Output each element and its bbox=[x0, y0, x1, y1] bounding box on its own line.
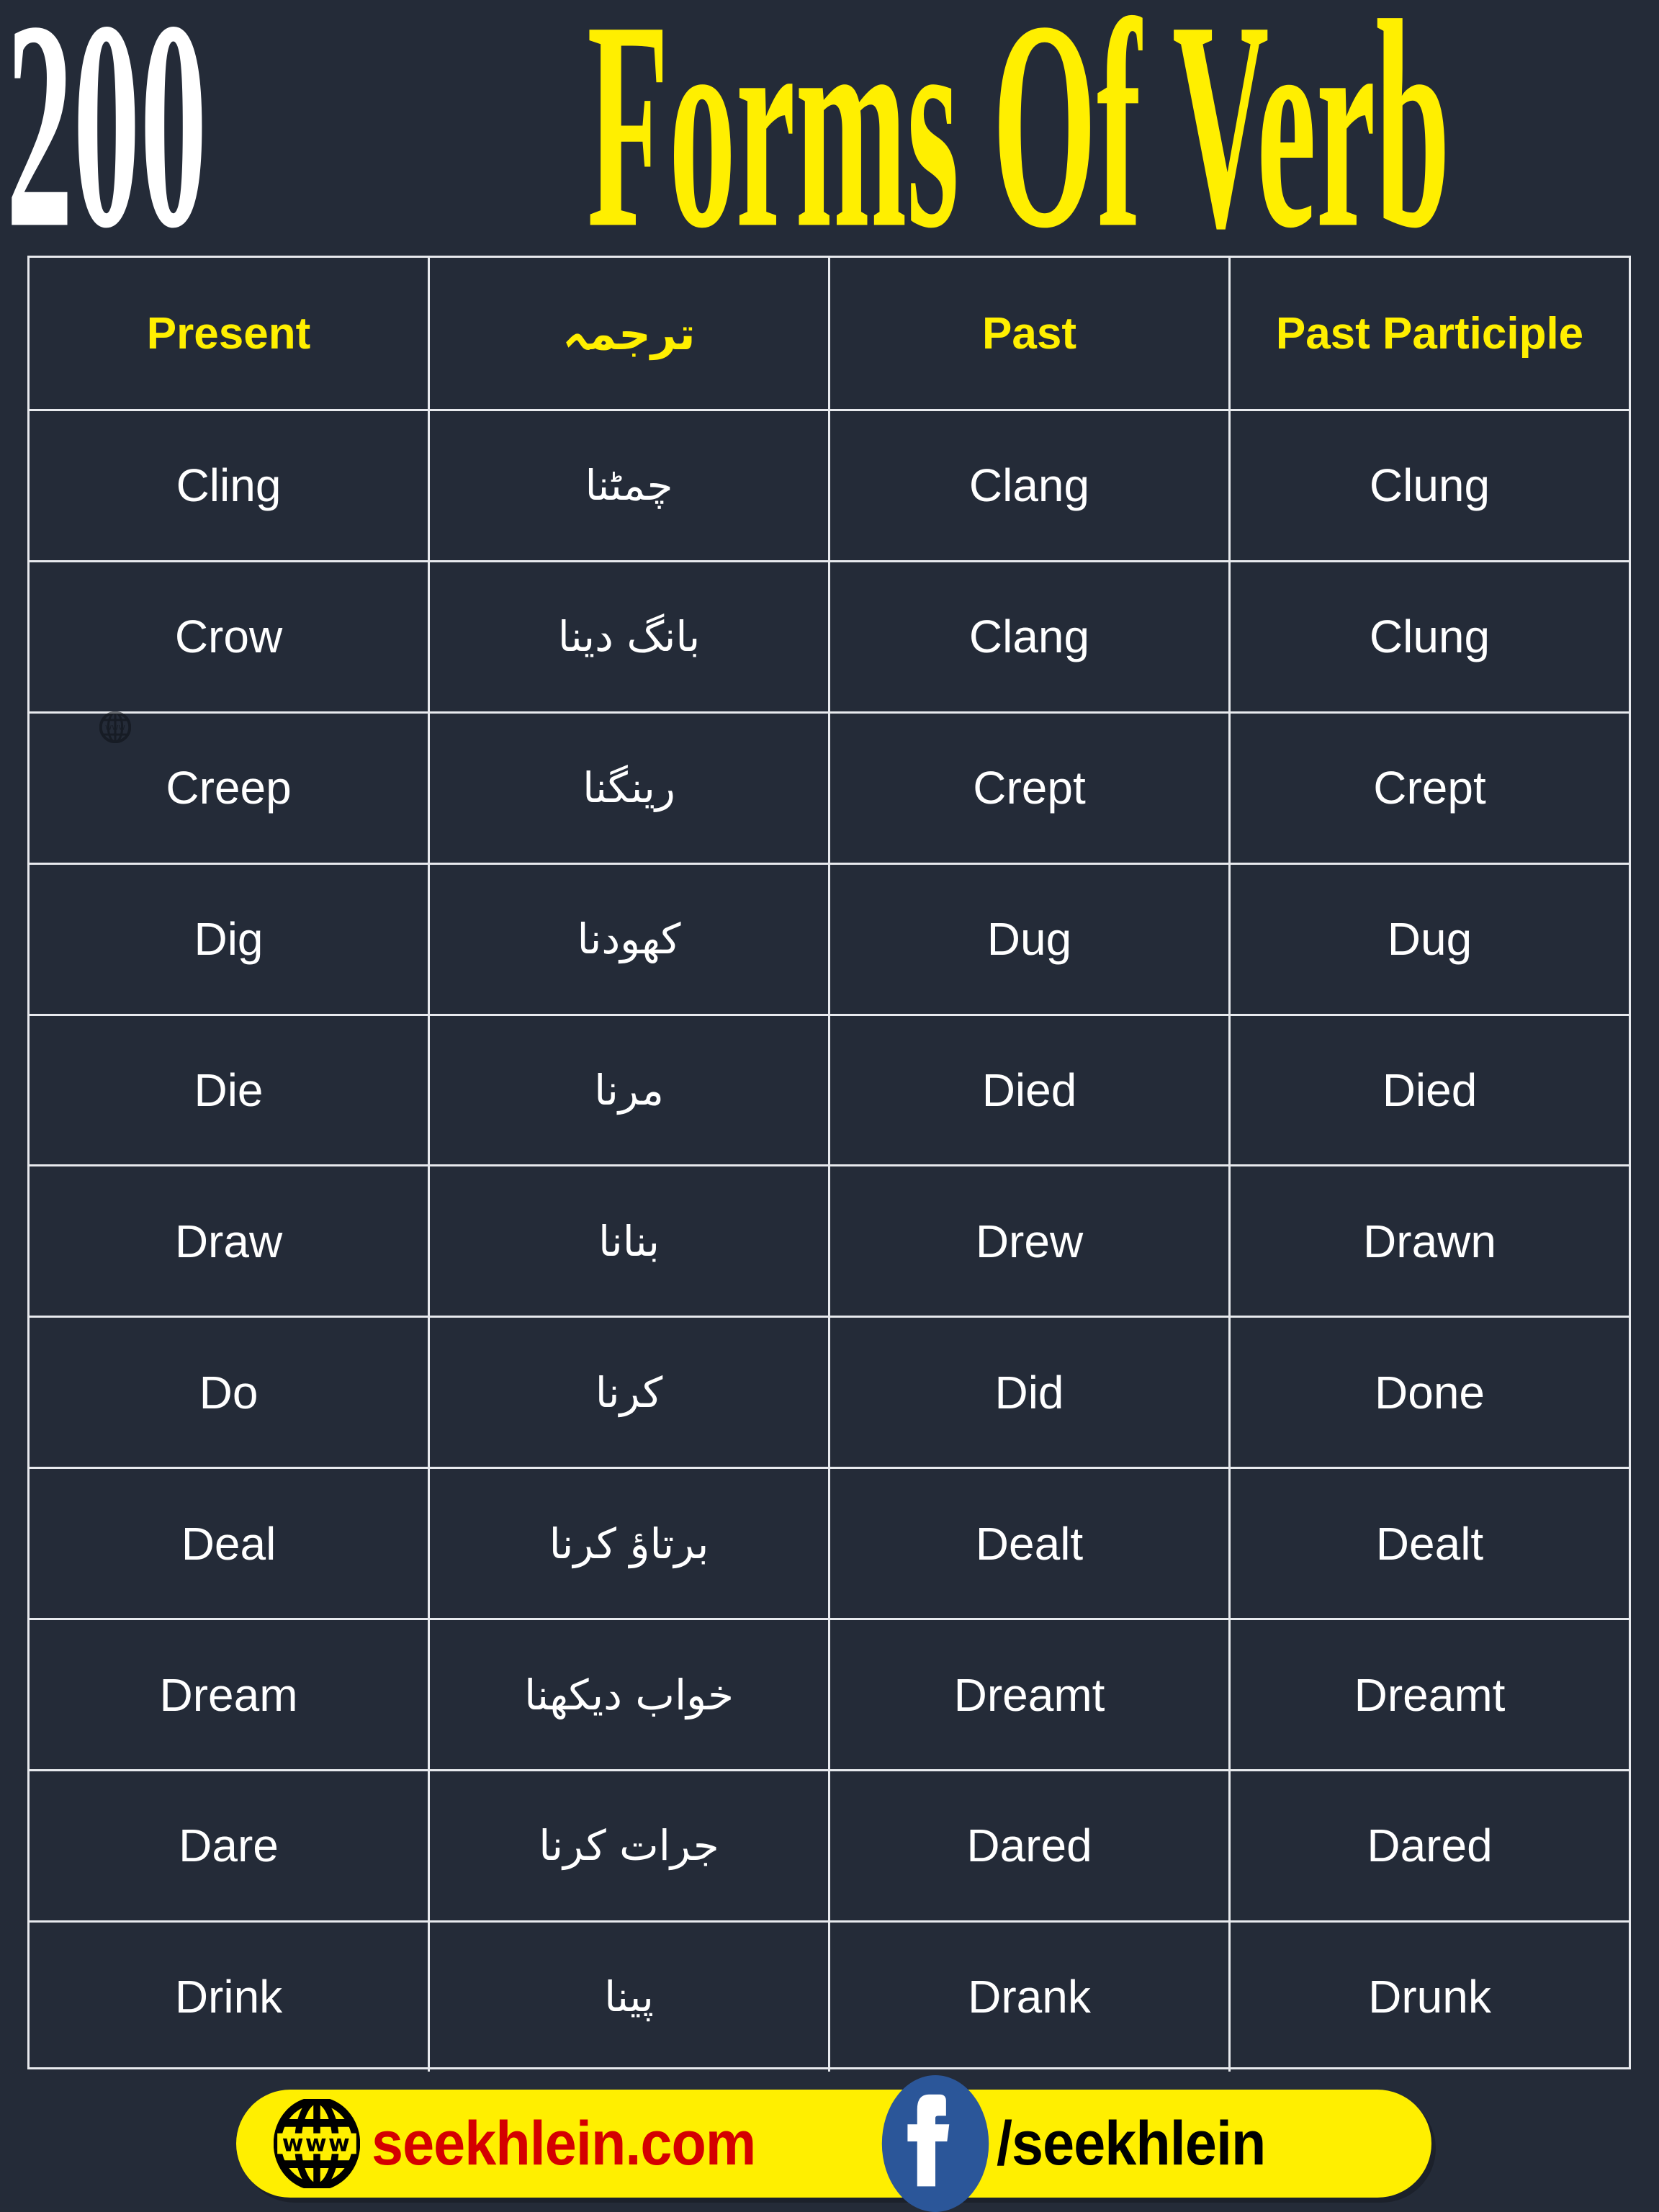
column-header-participle: Past Participle bbox=[1275, 308, 1584, 359]
verb-forms-table: Present ترجمہ Past Past Participle Cling… bbox=[27, 256, 1631, 2072]
website-label[interactable]: seekhlein.com bbox=[372, 2108, 756, 2180]
cell-urdu: کرنا bbox=[430, 1318, 830, 1467]
column-header-present: Present bbox=[30, 258, 430, 409]
cell-participle: Crept bbox=[1373, 762, 1486, 814]
cell-urdu: خواب دیکھنا bbox=[430, 1620, 830, 1770]
cell-participle: Clung bbox=[1369, 459, 1491, 512]
cell-urdu: کھودنا bbox=[430, 864, 830, 1014]
cell-present: Drink bbox=[30, 1922, 430, 2072]
cell-past: Crept bbox=[830, 713, 1231, 863]
table-row: Creep رینگنا Crept Crept bbox=[30, 711, 1629, 863]
cell-urdu: جرات کرنا bbox=[430, 1771, 830, 1920]
cell-present: Draw bbox=[30, 1166, 430, 1316]
column-header-urdu: ترجمہ bbox=[430, 258, 830, 409]
cell-urdu: چمٹنا bbox=[430, 411, 830, 560]
table-row: Draw بنانا Drew Drawn bbox=[30, 1164, 1629, 1316]
cell-participle: Drunk bbox=[1368, 1971, 1491, 2023]
cell-participle: Dug bbox=[1387, 913, 1473, 966]
cell-urdu: مرنا bbox=[430, 1015, 830, 1165]
cell-participle: Done bbox=[1375, 1366, 1485, 1419]
cell-past: Drew bbox=[830, 1166, 1231, 1316]
cell-present: Dig bbox=[30, 864, 430, 1014]
cell-present: Creep bbox=[30, 713, 430, 863]
cell-present: Do bbox=[30, 1318, 430, 1467]
www-globe-icon[interactable]: www bbox=[274, 2099, 360, 2188]
facebook-circle bbox=[881, 2075, 989, 2212]
cell-participle: Died bbox=[1382, 1064, 1478, 1116]
title-space bbox=[279, 0, 313, 274]
cell-past: Clang bbox=[830, 411, 1231, 560]
cell-present: Crow bbox=[30, 562, 430, 711]
cell-present: Die bbox=[30, 1015, 430, 1165]
table-header-row: Present ترجمہ Past Past Participle bbox=[30, 258, 1629, 409]
cell-past: Drank bbox=[830, 1922, 1231, 2072]
cell-urdu: بانگ دینا bbox=[430, 562, 830, 711]
cell-participle: Dared bbox=[1367, 1820, 1493, 1872]
facebook-handle-label[interactable]: /seekhlein bbox=[997, 2108, 1266, 2180]
table-row: Dare جرات کرنا Dared Dared bbox=[30, 1769, 1629, 1920]
cell-past: Dug bbox=[830, 864, 1231, 1014]
svg-text:www: www bbox=[105, 722, 125, 732]
table-row: Dream خواب دیکھنا Dreamt Dreamt bbox=[30, 1618, 1629, 1770]
table-row: Dig کھودنا Dug Dug bbox=[30, 862, 1629, 1014]
www-globe-icon: www bbox=[99, 711, 131, 743]
facebook-f-icon[interactable] bbox=[881, 2075, 989, 2212]
cell-urdu: برتاؤ کرنا bbox=[430, 1469, 830, 1619]
cell-past: Dared bbox=[830, 1771, 1231, 1920]
table-row: Drink پینا Drank Drunk bbox=[30, 1920, 1629, 2072]
page-title: 200 Forms Of Verb bbox=[0, 0, 1659, 274]
title-count: 200 bbox=[6, 0, 207, 290]
cell-present: Cling bbox=[30, 411, 430, 560]
cell-participle: Dreamt bbox=[1354, 1668, 1506, 1721]
table-row: Cling چمٹنا Clang Clung bbox=[30, 409, 1629, 560]
infographic-page: 200 Forms Of Verb Present ترجمہ Past Pas… bbox=[0, 0, 1659, 2212]
cell-present: Dare bbox=[30, 1771, 430, 1920]
cell-past: Did bbox=[830, 1318, 1231, 1467]
cell-urdu: رینگنا bbox=[430, 713, 830, 863]
title-text: Forms Of Verb bbox=[587, 0, 1450, 290]
cell-participle: Clung bbox=[1369, 611, 1491, 663]
cell-present: Dream bbox=[30, 1620, 430, 1770]
cell-urdu: بنانا bbox=[430, 1166, 830, 1316]
cell-participle: Drawn bbox=[1363, 1215, 1496, 1267]
cell-past: Died bbox=[830, 1015, 1231, 1165]
cell-past: Dreamt bbox=[830, 1620, 1231, 1770]
footer-banner: www seekhlein.com /seekhlein bbox=[236, 2075, 1431, 2212]
cell-urdu: پینا bbox=[430, 1922, 830, 2072]
cell-participle: Dealt bbox=[1375, 1517, 1484, 1570]
table-row: Deal برتاؤ کرنا Dealt Dealt bbox=[30, 1467, 1629, 1619]
table-row: Crow بانگ دینا Clang Clung bbox=[30, 559, 1629, 711]
svg-text:www: www bbox=[282, 2130, 351, 2157]
table-row: Die مرنا Died Died bbox=[30, 1013, 1629, 1165]
cell-past: Clang bbox=[830, 562, 1231, 711]
cell-past: Dealt bbox=[830, 1469, 1231, 1619]
cell-present: Deal bbox=[30, 1469, 430, 1619]
column-header-past: Past bbox=[830, 258, 1231, 409]
table-row: Do کرنا Did Done bbox=[30, 1316, 1629, 1467]
